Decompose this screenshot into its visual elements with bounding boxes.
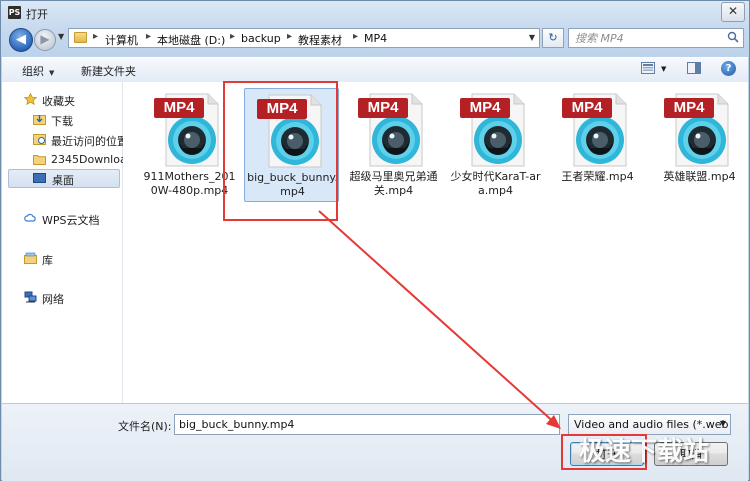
file-item[interactable]: MP4 少女时代KaraT-ara.mp4 (448, 88, 543, 202)
breadcrumb-backup[interactable]: backup (241, 32, 281, 45)
download-folder-icon (33, 115, 46, 125)
back-button[interactable]: ◀ (9, 28, 33, 52)
recent-places-icon (33, 134, 46, 145)
chevron-down-icon: ▼ (49, 69, 55, 77)
file-item[interactable]: MP4 big_buck_bunny.mp4 (244, 88, 339, 202)
app-icon: PS (8, 6, 21, 19)
breadcrumb-mp4[interactable]: MP4 (364, 32, 387, 45)
chevron-down-icon: ▼ (719, 419, 726, 428)
nav-favorites[interactable]: 收藏夹 (24, 91, 116, 108)
organize-button[interactable]: 组织 ▼ (22, 63, 54, 79)
back-arrow-icon: ◀ (16, 32, 26, 47)
breadcrumb-separator-icon[interactable]: ▸ (287, 31, 292, 42)
filename-label: 文件名(N): (118, 420, 172, 433)
organize-label: 组织 (22, 65, 44, 78)
breadcrumb-computer[interactable]: 计算机 (105, 32, 138, 48)
search-input[interactable] (575, 31, 725, 45)
search-icon[interactable] (727, 31, 739, 43)
file-item[interactable]: MP4 超级马里奥兄弟通关.mp4 (346, 88, 441, 202)
file-name: 911Mothers_2010W-480p.mp4 (143, 170, 236, 197)
nav-label: 下载 (51, 115, 73, 128)
file-type-badge: MP4 (266, 100, 298, 117)
filetype-value: Video and audio files (*.web (574, 418, 729, 431)
file-list-pane: MP4 911Mothers_2010W-480p.mp4 MP4 big_buck_… (123, 82, 748, 403)
navigation-pane: 收藏夹 下载 最近访问的位置 2345Downloa 桌面 WPS云文档 库 网… (2, 82, 128, 403)
address-history-dropdown-icon[interactable]: ▼ (529, 33, 535, 42)
nav-label: 最近访问的位置 (51, 135, 128, 148)
address-bar[interactable]: ▸ 计算机 ▸ 本地磁盘 (D:) ▸ backup ▸ 教程素材 ▸ MP4 … (68, 28, 540, 48)
filename-input[interactable] (174, 414, 560, 435)
cloud-icon (24, 213, 36, 222)
nav-2345downloads[interactable]: 2345Downloa (33, 151, 127, 168)
search-box[interactable] (568, 28, 744, 48)
forward-button[interactable]: ▶ (34, 29, 56, 51)
nav-label: WPS云文档 (42, 214, 100, 227)
file-name: 英雄联盟.mp4 (663, 170, 736, 183)
file-name: 少女时代KaraT-ara.mp4 (450, 170, 541, 197)
breadcrumb-separator-icon[interactable]: ▸ (146, 31, 151, 42)
forward-arrow-icon: ▶ (40, 32, 50, 46)
open-file-dialog: PS 打开 ✕ ◀ ▶ ▼ ▸ 计算机 ▸ 本地磁盘 (D:) ▸ backup… (0, 0, 750, 481)
change-view-icon[interactable] (641, 62, 655, 74)
dialog-title: 打开 (26, 8, 48, 21)
file-item[interactable]: MP4 王者荣耀.mp4 (550, 88, 645, 202)
nav-network[interactable]: 网络 (24, 289, 84, 306)
network-icon (24, 291, 37, 303)
view-options-dropdown-icon[interactable]: ▼ (661, 65, 666, 73)
nav-desktop[interactable]: 桌面 (8, 169, 120, 188)
command-toolbar: 组织 ▼ 新建文件夹 ▼ ? (2, 57, 748, 83)
breadcrumb-separator-icon[interactable]: ▸ (230, 31, 235, 42)
refresh-icon: ↻ (548, 31, 558, 44)
nav-downloads[interactable]: 下载 (33, 111, 119, 128)
file-type-badge: MP4 (673, 99, 705, 116)
library-icon (24, 252, 37, 264)
file-name: big_buck_bunny.mp4 (247, 171, 338, 198)
star-icon (24, 93, 37, 105)
nav-recent-places[interactable]: 最近访问的位置 (33, 131, 128, 148)
breadcrumb-separator-icon[interactable]: ▸ (93, 31, 98, 42)
folder-icon (33, 155, 46, 165)
file-item[interactable]: MP4 911Mothers_2010W-480p.mp4 (142, 88, 237, 202)
nav-wps-cloud[interactable]: WPS云文档 (24, 210, 120, 227)
nav-label: 网络 (42, 293, 64, 306)
folder-icon (74, 32, 87, 43)
breadcrumb-tutorial-assets[interactable]: 教程素材 (298, 32, 342, 48)
nav-label: 收藏夹 (42, 95, 75, 108)
refresh-button[interactable]: ↻ (542, 28, 564, 48)
file-name: 王者荣耀.mp4 (561, 170, 634, 183)
file-item[interactable]: MP4 英雄联盟.mp4 (652, 88, 747, 202)
breadcrumb-drive-d[interactable]: 本地磁盘 (D:) (157, 32, 225, 48)
file-type-badge: MP4 (163, 99, 195, 116)
file-type-badge: MP4 (469, 99, 501, 116)
preview-pane-icon[interactable] (687, 62, 701, 74)
nav-label: 2345Downloa (51, 153, 127, 166)
site-watermark: 极速下载站 (579, 437, 710, 467)
file-type-badge: MP4 (367, 99, 399, 116)
nav-libraries[interactable]: 库 (24, 250, 84, 267)
close-button[interactable]: ✕ (721, 2, 745, 22)
desktop-icon (33, 173, 46, 183)
help-icon[interactable]: ? (721, 61, 736, 76)
file-name: 超级马里奥兄弟通关.mp4 (349, 170, 438, 197)
new-folder-button[interactable]: 新建文件夹 (81, 63, 136, 79)
title-bar[interactable]: PS 打开 ✕ (1, 1, 749, 25)
nav-label: 桌面 (52, 174, 74, 187)
recent-pages-dropdown[interactable]: ▼ (58, 32, 64, 41)
file-type-badge: MP4 (571, 99, 603, 116)
nav-label: 库 (42, 254, 53, 267)
breadcrumb-separator-icon[interactable]: ▸ (353, 31, 358, 42)
